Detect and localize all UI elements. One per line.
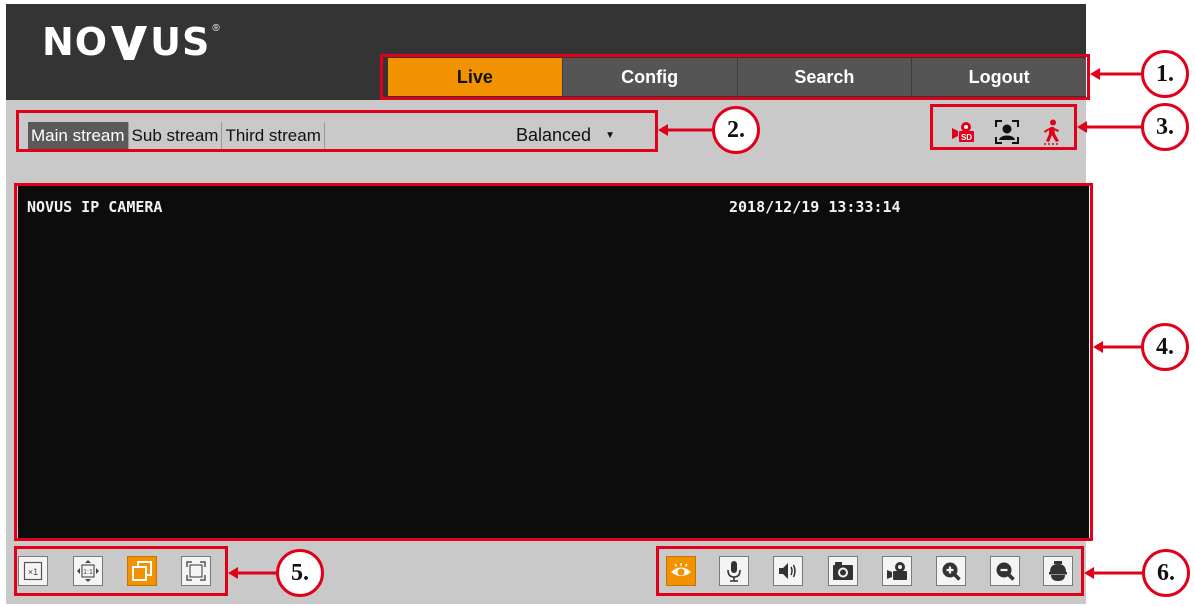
- annotation-box-6: [656, 546, 1084, 596]
- callout-4: 4.: [1141, 323, 1189, 371]
- logo-text-right: US: [150, 20, 211, 64]
- callout-6: 6.: [1142, 549, 1190, 597]
- callout-5: 5.: [276, 549, 324, 597]
- registered-mark: ®: [212, 22, 220, 34]
- callout-2: 2.: [712, 106, 760, 154]
- annotation-box-2: [16, 110, 658, 152]
- annotation-arrow-6: [1084, 567, 1144, 579]
- annotation-arrow-4: [1093, 341, 1143, 353]
- annotation-box-3: [930, 104, 1077, 150]
- novus-logo: NO US ®: [42, 20, 220, 64]
- annotation-box-1: [380, 54, 1090, 100]
- annotation-box-5: [14, 546, 228, 596]
- callout-1: 1.: [1141, 50, 1189, 98]
- logo-v-mark: [111, 26, 148, 60]
- annotation-arrow-3: [1077, 121, 1143, 133]
- callout-3: 3.: [1141, 103, 1189, 151]
- logo-text-left: NO: [42, 20, 109, 64]
- annotation-arrow-2: [658, 124, 714, 136]
- annotation-box-4: [14, 183, 1093, 541]
- annotation-arrow-5: [228, 567, 278, 579]
- annotation-arrow-1: [1090, 68, 1143, 80]
